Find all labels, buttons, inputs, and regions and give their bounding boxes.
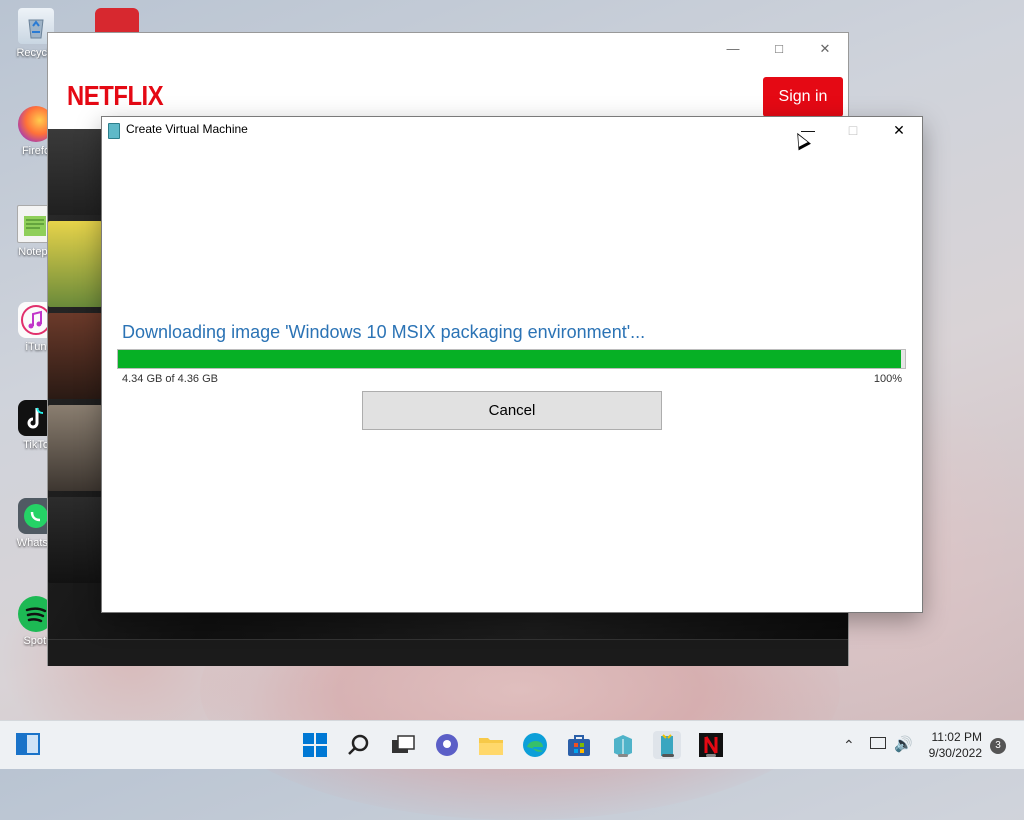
store-icon [568, 735, 590, 756]
download-progress-bar [117, 349, 906, 369]
maximize-button: □ [848, 122, 858, 138]
edge-icon [523, 733, 547, 757]
edge-button[interactable] [521, 731, 549, 759]
download-status-text: Downloading image 'Windows 10 MSIX packa… [122, 322, 646, 342]
start-button[interactable] [301, 731, 329, 759]
progress-fill [118, 350, 902, 368]
hyperv-icon [108, 123, 120, 139]
acrobat-icon[interactable] [95, 8, 139, 34]
folder-icon [479, 738, 503, 755]
netflix-header: — □ ✕ NETFLIX Sign in [48, 33, 848, 129]
poster-thumbnail [48, 129, 102, 215]
progress-percent-text: 100% [873, 373, 902, 385]
dialog-title: Create Virtual Machine [126, 122, 248, 136]
search-button[interactable] [345, 731, 373, 759]
widgets-button[interactable] [16, 733, 40, 755]
poster-thumbnail [48, 497, 102, 583]
netflix-maximize-button[interactable]: □ [764, 39, 794, 59]
sign-in-button[interactable]: Sign in [763, 77, 843, 117]
task-view-button[interactable] [389, 731, 417, 759]
create-vm-dialog: Create Virtual Machine — □ ✕ Downloading… [102, 117, 922, 612]
clock-time: 11:02 PM [931, 730, 982, 744]
poster-thumbnail [48, 405, 102, 491]
netflix-minimize-button[interactable]: — [718, 39, 748, 59]
running-indicator [662, 754, 674, 757]
teams-chat-icon [436, 734, 458, 756]
netflix-logo: NETFLIX [67, 80, 164, 111]
close-button[interactable]: ✕ [876, 119, 922, 141]
progress-size-text: 4.34 GB of 4.36 GB [122, 373, 219, 385]
task-view-icon [392, 735, 415, 753]
cancel-button[interactable]: Cancel [362, 391, 662, 430]
poster-thumbnail [48, 221, 102, 307]
running-indicator [618, 754, 628, 757]
hyperv-quick-create-button[interactable] [653, 731, 681, 759]
clock[interactable]: 11:02 PM 9/30/2022 [929, 729, 982, 761]
chat-button[interactable] [433, 731, 461, 759]
taskbar: ⌃ 🔊 11:02 PM 9/30/2022 3 [0, 720, 1024, 769]
store-button[interactable] [565, 731, 593, 759]
file-explorer-button[interactable] [477, 731, 505, 759]
show-hidden-icons-button[interactable]: ⌃ [843, 737, 855, 754]
netflix-close-button[interactable]: ✕ [810, 39, 840, 59]
poster-thumbnail [48, 313, 102, 399]
clock-date: 9/30/2022 [928, 746, 982, 760]
running-indicator [706, 754, 716, 757]
netflix-taskbar-button[interactable] [697, 731, 725, 759]
windows-start-icon [303, 733, 327, 757]
search-icon [348, 734, 369, 755]
app-button-1[interactable] [609, 731, 637, 759]
netflix-footer-strip [48, 639, 848, 666]
network-icon[interactable] [870, 737, 886, 749]
notification-badge[interactable]: 3 [990, 738, 1006, 754]
volume-icon[interactable]: 🔊 [894, 735, 913, 753]
